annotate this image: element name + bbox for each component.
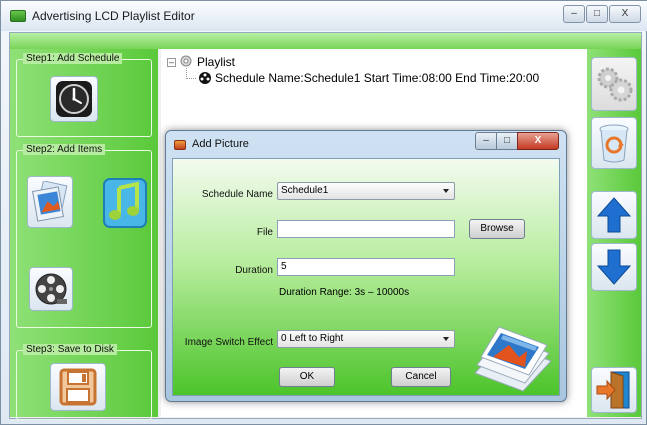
schedule-node-icon [199,72,211,84]
dialog-minimize-button[interactable]: – [475,132,497,150]
top-strip [10,33,641,49]
picture-icon [32,181,68,222]
delete-button[interactable] [591,117,637,169]
step2-label: Step2: Add Items [23,144,106,155]
gears-icon [597,67,633,102]
clock-icon [56,81,92,117]
arrow-down-icon [596,249,632,285]
add-video-button[interactable] [29,267,73,311]
tree-root-label[interactable]: Playlist [197,55,235,69]
chevron-down-icon [443,189,449,193]
recycle-bin-icon [599,124,629,163]
add-music-button[interactable] [101,176,149,230]
schedule-name-label: Schedule Name [201,189,273,200]
step2-group: Step2: Add Items [16,144,152,328]
add-picture-dialog: Add Picture – □ X Schedule Name Schedule… [165,130,567,402]
duration-range-hint: Duration Range: 3s – 10000s [279,287,410,298]
save-to-disk-button[interactable] [50,363,106,411]
file-path-input[interactable] [277,220,455,238]
dialog-body: Schedule Name Schedule1 File Browse Dura… [172,158,560,396]
image-switch-effect-label: Image Switch Effect [184,337,273,348]
step3-label: Step3: Save to Disk [23,344,117,355]
window-title: Advertising LCD Playlist Editor [32,9,195,23]
steps-panel: Step1: Add Schedule Step2: Add Items Ste… [10,49,158,420]
image-switch-effect-dropdown[interactable]: 0 Left to Right [277,330,455,348]
step1-label: Step1: Add Schedule [23,53,123,64]
cancel-button[interactable]: Cancel [391,367,451,387]
maximize-button[interactable]: □ [586,5,608,23]
move-down-button[interactable] [591,243,637,291]
step3-group: Step3: Save to Disk [16,344,152,420]
browse-button[interactable]: Browse [469,219,525,239]
chevron-down-icon [443,337,449,341]
arrow-up-icon [596,197,632,233]
step1-group: Step1: Add Schedule [16,53,152,137]
exit-door-icon [596,371,630,409]
image-switch-effect-value: 0 Left to Right [281,333,344,344]
close-button[interactable]: X [609,5,641,23]
playlist-node-icon [180,55,192,67]
floppy-disk-icon [59,368,97,406]
tree-collapse-toggle[interactable]: – [167,58,176,67]
dialog-maximize-button[interactable]: □ [496,132,518,150]
move-up-button[interactable] [591,191,637,239]
settings-button[interactable] [591,57,637,111]
app-icon [10,10,26,22]
photo-stack-icon [474,326,552,392]
tree-schedule-item[interactable]: Schedule Name:Schedule1 Start Time:08:00… [215,71,539,85]
minimize-button[interactable]: – [563,5,585,23]
duration-input[interactable]: 5 [277,258,455,276]
file-label: File [256,227,273,238]
music-icon [103,178,147,228]
add-schedule-button[interactable] [50,76,98,122]
ok-button[interactable]: OK [279,367,335,387]
exit-button[interactable] [591,367,637,413]
duration-label: Duration [235,265,273,276]
dialog-icon [174,140,186,150]
tree-connector [186,78,196,79]
tools-panel [587,49,641,417]
film-reel-icon [35,273,67,305]
title-bar: Advertising LCD Playlist Editor – □ X [1,1,647,31]
dialog-title: Add Picture [192,138,249,150]
schedule-name-value: Schedule1 [281,185,329,196]
dialog-close-button[interactable]: X [517,132,559,150]
add-picture-button[interactable] [27,176,73,228]
schedule-name-dropdown[interactable]: Schedule1 [277,182,455,200]
